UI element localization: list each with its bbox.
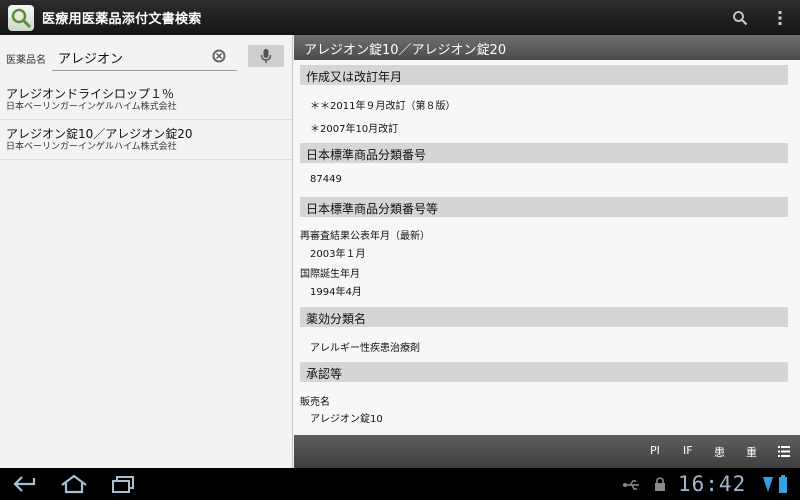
revision-line: ＊2007年10月改訂 (310, 124, 399, 135)
lock-icon (654, 476, 666, 496)
section-header-approval: 承認等 (300, 362, 788, 382)
result-company: 日本ベーリンガーインゲルハイム株式会社 (6, 102, 177, 112)
app-icon (8, 4, 34, 31)
field-value: 1994年4月 (310, 287, 362, 298)
app-title: 医療用医薬品添付文書検索 (42, 12, 202, 27)
revision-line: ＊＊2011年９月改訂（第８版） (310, 101, 456, 112)
section-header-classification-number: 日本標準商品分類番号 (300, 143, 788, 163)
tab-important[interactable]: 重 (746, 444, 757, 460)
tab-pi[interactable]: PI (650, 444, 660, 457)
search-input[interactable]: アレジオン (52, 41, 237, 71)
search-label: 医薬品名 (6, 55, 46, 66)
field-label: 販売名 (300, 397, 330, 408)
clear-icon[interactable] (211, 48, 227, 64)
battery-icon (778, 474, 788, 498)
clock: 16:42 (678, 472, 747, 496)
detail-content: 作成又は改訂年月 ＊＊2011年９月改訂（第８版） ＊2007年10月改訂 日本… (294, 60, 800, 435)
field-label: 国際誕生年月 (300, 269, 360, 280)
home-icon[interactable] (60, 474, 88, 498)
result-company: 日本ベーリンガーインゲルハイム株式会社 (6, 142, 177, 152)
back-icon[interactable] (12, 474, 38, 498)
result-title: アレジオンドライシロップ１％ (6, 87, 175, 101)
result-item[interactable]: アレジオンドライシロップ１％ 日本ベーリンガーインゲルハイム株式会社 (0, 80, 292, 120)
action-bar: 医療用医薬品添付文書検索 (0, 0, 800, 35)
efficacy-value: アレルギー性疾患治療剤 (310, 343, 420, 354)
search-input-value: アレジオン (58, 52, 124, 67)
section-header-revision: 作成又は改訂年月 (300, 65, 788, 85)
signal-icon (762, 474, 774, 498)
usb-icon (622, 477, 640, 496)
search-row: 医薬品名 アレジオン (0, 35, 292, 80)
result-item[interactable]: アレジオン錠10／アレジオン錠20 日本ベーリンガーインゲルハイム株式会社 (0, 120, 292, 160)
classification-number: 87449 (310, 174, 342, 185)
section-header-classification-etc: 日本標準商品分類番号等 (300, 197, 788, 217)
overflow-menu-icon[interactable] (760, 0, 800, 35)
system-bar: 16:42 (0, 468, 800, 500)
mic-icon[interactable] (248, 45, 284, 67)
list-icon[interactable] (778, 446, 790, 460)
field-value: アレジオン錠10 (310, 414, 383, 425)
detail-panel: アレジオン錠10／アレジオン錠20 作成又は改訂年月 ＊＊2011年９月改訂（第… (294, 35, 800, 468)
recent-apps-icon[interactable] (110, 474, 136, 498)
results-panel: 医薬品名 アレジオン アレジオンドライシロップ１％ 日本ベーリンガーインゲルハイ… (0, 35, 293, 468)
field-label: 再審査結果公表年月（最新） (300, 231, 430, 242)
tab-if[interactable]: IF (683, 444, 693, 457)
search-icon[interactable] (720, 0, 760, 35)
tab-patient[interactable]: 患 (714, 444, 725, 460)
detail-header: アレジオン錠10／アレジオン錠20 (294, 35, 800, 60)
result-title: アレジオン錠10／アレジオン錠20 (6, 127, 193, 141)
section-header-efficacy: 薬効分類名 (300, 307, 788, 327)
field-value: 2003年１月 (310, 249, 366, 260)
detail-bottom-bar: PI IF 患 重 (294, 435, 800, 468)
